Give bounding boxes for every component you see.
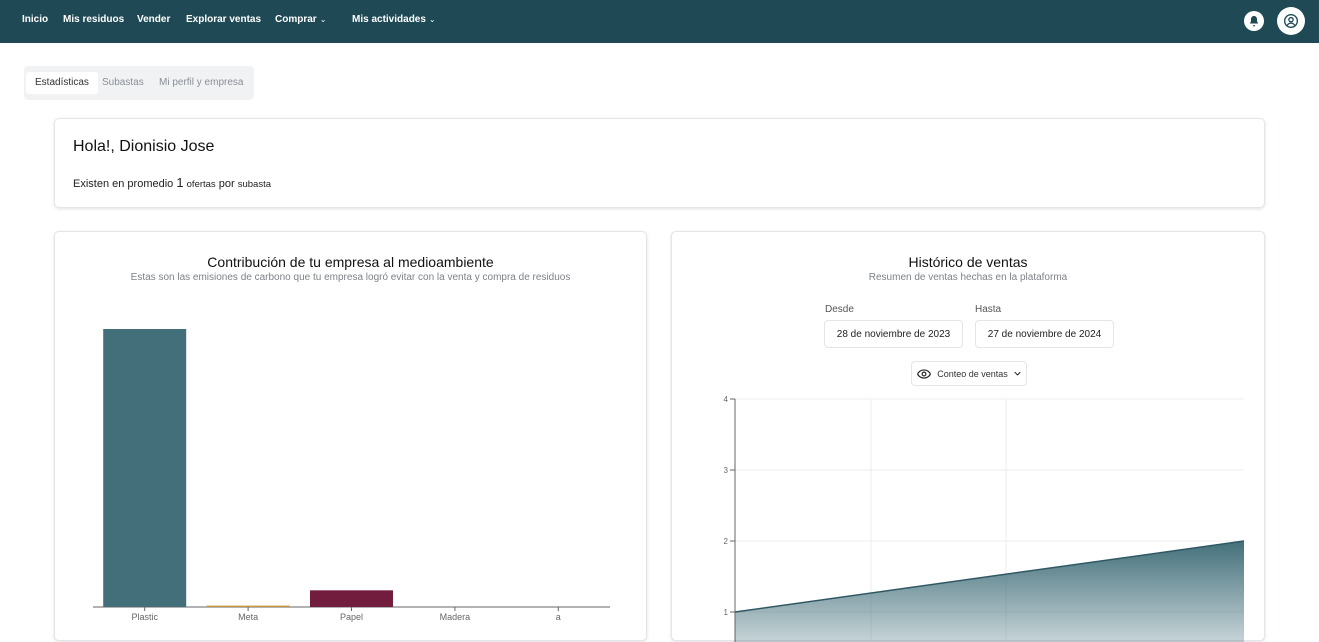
top-navbar: Inicio Mis residuos Vender Explorar vent… [0,0,1319,43]
average-prefix: Existen en promedio [73,178,174,190]
average-suffix-auction: subasta [237,179,271,190]
bell-icon-graphic [1250,16,1258,27]
y-tick-label-2: 2 [724,537,729,546]
x-tick-label-meta: Meta [238,612,258,622]
nav-mis-actividades-label: Mis actividades [352,14,426,25]
nav-explorar-ventas[interactable]: Explorar ventas [186,14,261,25]
x-tick-label-plastic: Plastic [131,612,158,622]
nav-mis-actividades[interactable]: Mis actividades ⌄ [352,14,436,25]
average-suffix-per: por [218,178,235,190]
bell-icon[interactable] [1244,11,1264,31]
bar-plastic [103,329,187,607]
user-circle-icon-graphic [1284,14,1298,28]
bar-papel [310,590,393,607]
x-tick-label-papel: Papel [340,612,363,622]
nav-comprar-label: Comprar [275,14,317,25]
bar-meta [206,605,290,607]
average-suffix-offers: ofertas [186,179,216,190]
tab-mi-perfil[interactable]: Mi perfil y empresa [150,72,252,94]
average-offers-text: Existen en promedio 1 ofertas por subast… [73,175,271,190]
nav-vender[interactable]: Vender [137,14,170,25]
contribution-bar-chart: Plastic Meta Papel Madera a [93,329,610,622]
sales-area-chart: 1 2 3 4 [724,395,1245,642]
contribution-card: Contribución de tu empresa al medioambie… [54,231,647,641]
sales-history-card: Histórico de ventas Resumen de ventas he… [671,231,1265,642]
chevron-down-icon: ⌄ [319,15,327,24]
tab-subastas[interactable]: Subastas [93,72,153,94]
user-circle-icon[interactable] [1277,7,1305,35]
average-number: 1 [176,175,184,190]
tab-estadisticas[interactable]: Estadísticas [26,72,98,94]
x-tick-label-a: a [556,612,561,622]
section-tabs: Estadísticas Subastas Mi perfil y empres… [24,66,254,100]
y-tick-label-1: 1 [724,608,729,617]
greeting-title: Hola!, Dionisio Jose [73,138,215,155]
chevron-down-icon: ⌄ [428,15,436,24]
greeting-card: Hola!, Dionisio Jose Existen en promedio… [54,118,1265,208]
nav-comprar[interactable]: Comprar ⌄ [275,14,326,25]
nav-mis-residuos[interactable]: Mis residuos [63,14,124,25]
y-tick-label-4: 4 [724,395,729,404]
nav-inicio[interactable]: Inicio [22,14,48,25]
x-tick-label-madera: Madera [440,612,471,622]
y-tick-label-3: 3 [724,466,729,475]
